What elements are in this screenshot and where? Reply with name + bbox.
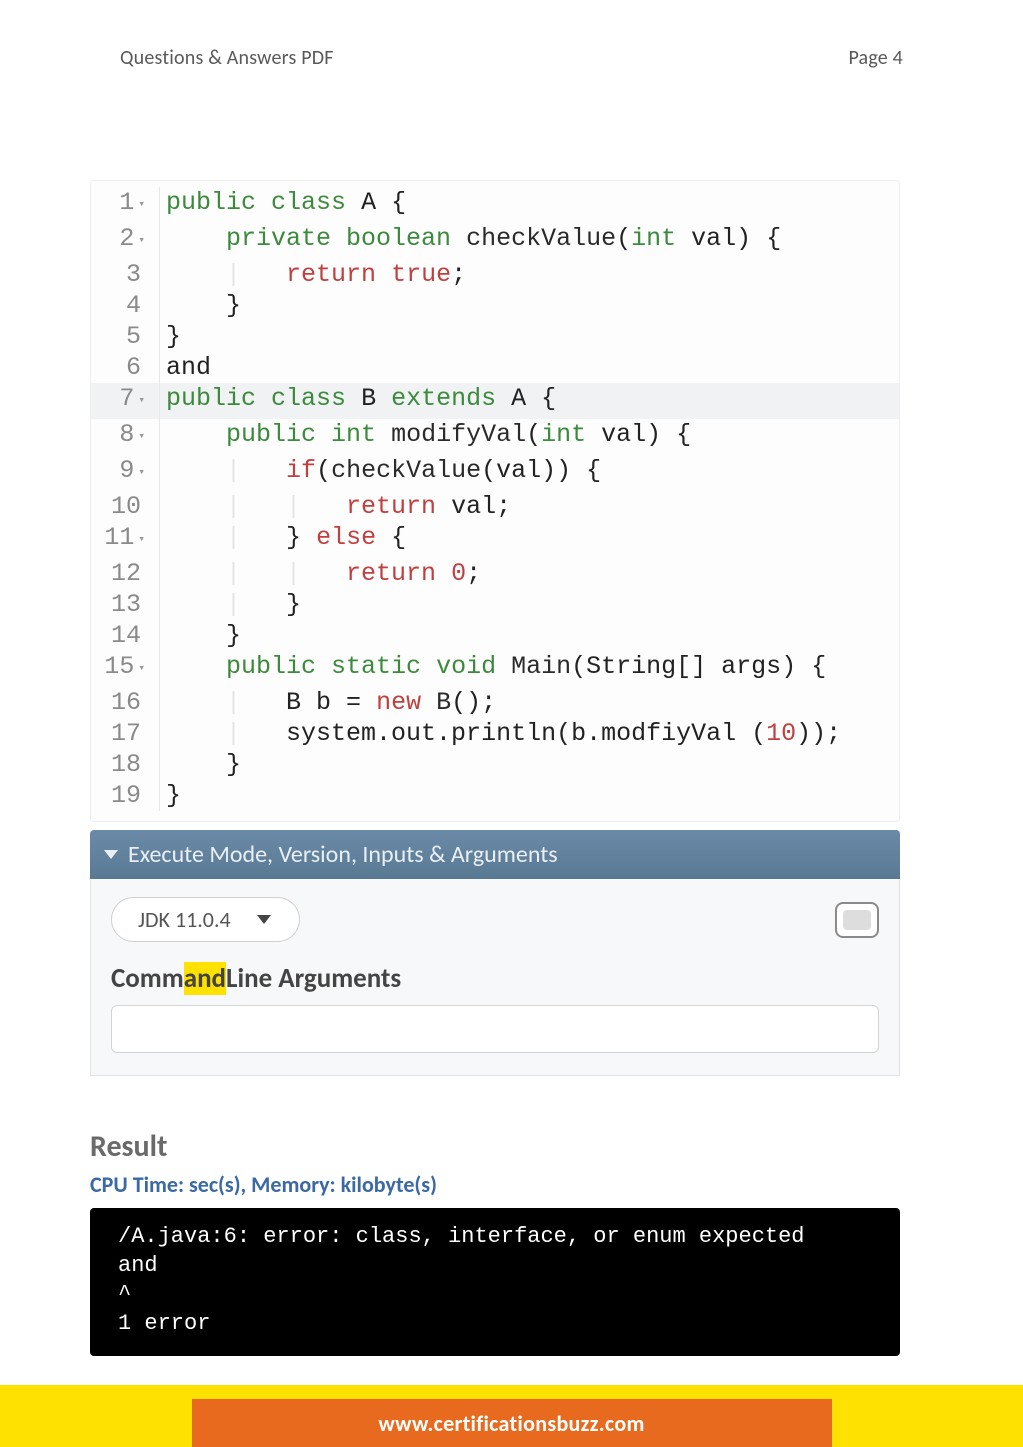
line-number: 13 (91, 589, 159, 620)
footer-url: www.certificationsbuzz.com (378, 1410, 644, 1437)
chevron-down-icon (257, 915, 271, 924)
code-row[interactable]: 15 public static void Main(String[] args… (91, 651, 899, 687)
code-row[interactable]: 2 private boolean checkValue(int val) { (91, 223, 899, 259)
code-row[interactable]: 11 | } else { (91, 522, 899, 558)
interactive-checkbox[interactable] (835, 902, 879, 938)
line-number: 3 (91, 259, 159, 290)
execute-panel-header[interactable]: Execute Mode, Version, Inputs & Argument… (90, 830, 900, 879)
header-left: Questions & Answers PDF (120, 46, 334, 70)
line-number: 8 (91, 419, 159, 455)
line-number: 12 (91, 558, 159, 589)
code-editor[interactable]: 1public class A {2 private boolean check… (90, 180, 900, 822)
execute-panel-body: JDK 11.0.4 CommandLine Arguments (90, 879, 900, 1076)
code-row[interactable]: 12 | | return 0; (91, 558, 899, 589)
code-line[interactable]: public class B extends A { (159, 383, 899, 419)
code-row[interactable]: 19} (91, 780, 899, 811)
execute-panel: Execute Mode, Version, Inputs & Argument… (90, 830, 900, 1076)
code-line[interactable]: } (159, 290, 899, 321)
code-line[interactable]: | system.out.println(b.modfiyVal (10)); (159, 718, 899, 749)
result-subtitle: CPU Time: sec(s), Memory: kilobyte(s) (90, 1171, 900, 1198)
line-number: 6 (91, 352, 159, 383)
code-row[interactable]: 3 | return true; (91, 259, 899, 290)
code-row[interactable]: 13 | } (91, 589, 899, 620)
chevron-down-icon (104, 850, 118, 859)
commandline-label-post: Line Arguments (226, 962, 401, 995)
commandline-label: CommandLine Arguments (111, 962, 879, 995)
execute-panel-title: Execute Mode, Version, Inputs & Argument… (128, 840, 558, 869)
jdk-version-select[interactable]: JDK 11.0.4 (111, 897, 300, 942)
code-line[interactable]: | | return 0; (159, 558, 899, 589)
code-row[interactable]: 17 | system.out.println(b.modfiyVal (10)… (91, 718, 899, 749)
code-line[interactable]: } (159, 749, 899, 780)
line-number: 18 (91, 749, 159, 780)
line-number: 2 (91, 223, 159, 259)
line-number: 17 (91, 718, 159, 749)
code-line[interactable]: | if(checkValue(val)) { (159, 455, 899, 491)
line-number: 16 (91, 687, 159, 718)
code-line[interactable]: | B b = new B(); (159, 687, 899, 718)
code-row[interactable]: 18 } (91, 749, 899, 780)
code-row[interactable]: 1public class A { (91, 187, 899, 223)
code-line[interactable]: | return true; (159, 259, 899, 290)
line-number: 14 (91, 620, 159, 651)
code-row[interactable]: 5} (91, 321, 899, 352)
code-row[interactable]: 4 } (91, 290, 899, 321)
result-title: Result (90, 1128, 900, 1165)
line-number: 4 (91, 290, 159, 321)
code-row[interactable]: 10 | | return val; (91, 491, 899, 522)
code-line[interactable]: public int modifyVal(int val) { (159, 419, 899, 455)
code-row[interactable]: 14 } (91, 620, 899, 651)
code-row[interactable]: 7public class B extends A { (91, 383, 899, 419)
code-row[interactable]: 9 | if(checkValue(val)) { (91, 455, 899, 491)
line-number: 9 (91, 455, 159, 491)
footer-url-bar: www.certificationsbuzz.com (192, 1399, 832, 1447)
line-number: 15 (91, 651, 159, 687)
line-number: 7 (91, 383, 159, 419)
code-line[interactable]: } (159, 780, 899, 811)
code-line[interactable]: | | return val; (159, 491, 899, 522)
page-header: Questions & Answers PDF Page 4 (120, 46, 903, 70)
line-number: 5 (91, 321, 159, 352)
commandline-label-highlight: and (184, 962, 226, 995)
commandline-input[interactable] (111, 1005, 879, 1053)
code-line[interactable]: | } (159, 589, 899, 620)
commandline-label-pre: Comm (111, 962, 184, 995)
header-right: Page 4 (848, 46, 903, 70)
line-number: 11 (91, 522, 159, 558)
code-line[interactable]: } (159, 321, 899, 352)
code-line[interactable]: | } else { (159, 522, 899, 558)
code-line[interactable]: and (159, 352, 899, 383)
line-number: 19 (91, 780, 159, 811)
code-line[interactable]: } (159, 620, 899, 651)
code-line[interactable]: private boolean checkValue(int val) { (159, 223, 899, 259)
line-number: 1 (91, 187, 159, 223)
code-row[interactable]: 16 | B b = new B(); (91, 687, 899, 718)
code-row[interactable]: 8 public int modifyVal(int val) { (91, 419, 899, 455)
code-line[interactable]: public class A { (159, 187, 899, 223)
line-number: 10 (91, 491, 159, 522)
result-block: Result CPU Time: sec(s), Memory: kilobyt… (90, 1128, 900, 1356)
code-line[interactable]: public static void Main(String[] args) { (159, 651, 899, 687)
terminal-output: /A.java:6: error: class, interface, or e… (90, 1208, 900, 1356)
jdk-version-label: JDK 11.0.4 (138, 906, 231, 933)
code-row[interactable]: 6and (91, 352, 899, 383)
